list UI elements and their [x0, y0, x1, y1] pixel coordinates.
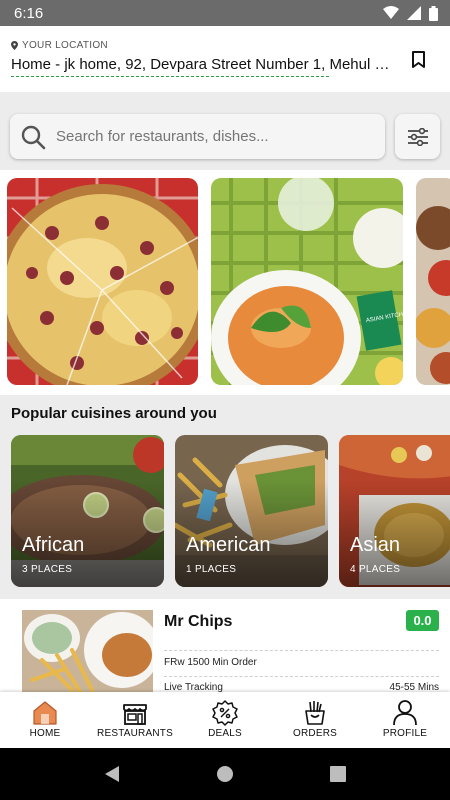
home-button-icon[interactable]: [216, 765, 234, 783]
partial-banner[interactable]: [416, 178, 450, 385]
cuisine-count: 3 PLACES: [22, 564, 73, 575]
pizza-banner[interactable]: [7, 178, 198, 385]
nav-orders[interactable]: ORDERS: [270, 692, 360, 748]
status-icons: [383, 5, 438, 21]
cuisine-name: Asian: [350, 534, 401, 556]
bookmark-icon: [411, 50, 425, 68]
profile-icon: [393, 700, 417, 726]
cuisine-card-african[interactable]: African 3 PLACES: [11, 435, 164, 587]
filter-button[interactable]: [395, 114, 440, 159]
status-bar: 6:16: [0, 0, 450, 26]
banner-carousel[interactable]: ASIAN KITCHEN: [0, 170, 450, 395]
nav-label: HOME: [29, 728, 61, 739]
nav-profile[interactable]: PROFILE: [360, 692, 450, 748]
cuisine-count: 4 PLACES: [350, 564, 401, 575]
location-pin-icon: [11, 41, 18, 50]
location-header: YOUR LOCATION Home - jk home, 92, Devpar…: [0, 26, 450, 92]
pizza-image: [7, 178, 198, 385]
home-icon: [33, 701, 57, 725]
partial-banner-image: [416, 178, 450, 385]
nav-label: RESTAURANTS: [97, 728, 173, 739]
location-underline: [11, 76, 329, 77]
search-icon: [21, 125, 46, 149]
divider: [164, 676, 439, 677]
recents-icon[interactable]: [330, 766, 346, 782]
orders-icon: [305, 701, 325, 725]
back-icon[interactable]: [104, 765, 120, 783]
min-order: FRw 1500 Min Order: [164, 657, 257, 668]
nav-home[interactable]: HOME: [0, 692, 90, 748]
bottom-nav: HOME RESTAURANTS DEALS ORDERS PROFILE: [0, 692, 450, 748]
wifi-icon: [383, 6, 399, 19]
system-nav-bar: [0, 748, 450, 800]
restaurant-thumbnail: [22, 610, 153, 695]
rating-badge: 0.0: [406, 610, 439, 631]
divider: [164, 650, 439, 651]
asian-kitchen-image: ASIAN KITCHEN: [211, 178, 403, 385]
nav-label: PROFILE: [382, 728, 428, 739]
cuisine-name: American: [186, 534, 271, 556]
search-input[interactable]: [56, 128, 376, 145]
restaurant-name: Mr Chips: [164, 613, 233, 630]
nav-restaurants[interactable]: RESTAURANTS: [90, 692, 180, 748]
cuisine-card-asian[interactable]: Asian 4 PLACES: [339, 435, 450, 587]
filter-icon: [407, 127, 428, 146]
signal-icon: [407, 6, 421, 20]
battery-icon: [429, 5, 438, 21]
nav-label: DEALS: [208, 728, 242, 739]
asian-kitchen-banner[interactable]: ASIAN KITCHEN: [211, 178, 403, 385]
restaurant-card[interactable]: Mr Chips 0.0 FRw 1500 Min Order Live Tra…: [0, 599, 450, 699]
restaurant-image: [22, 610, 153, 695]
screen: 6:16 YOUR LOCATION Home - jk home, 92, D…: [0, 0, 450, 800]
location-label-text: YOUR LOCATION: [22, 40, 108, 51]
cuisine-count: 1 PLACES: [186, 564, 237, 575]
location-label: YOUR LOCATION: [11, 40, 108, 51]
store-icon: [123, 704, 147, 725]
nav-deals[interactable]: DEALS: [180, 692, 270, 748]
cuisines-title: Popular cuisines around you: [11, 405, 217, 422]
location-address[interactable]: Home - jk home, 92, Devpara Street Numbe…: [11, 56, 391, 73]
nav-label: ORDERS: [293, 728, 337, 739]
cuisine-card-american[interactable]: American 1 PLACES: [175, 435, 328, 587]
search-bar[interactable]: [10, 114, 385, 159]
bookmark-button[interactable]: [405, 46, 431, 72]
cuisine-name: African: [22, 534, 85, 556]
status-time: 6:16: [14, 4, 44, 22]
deals-icon: [212, 700, 238, 726]
